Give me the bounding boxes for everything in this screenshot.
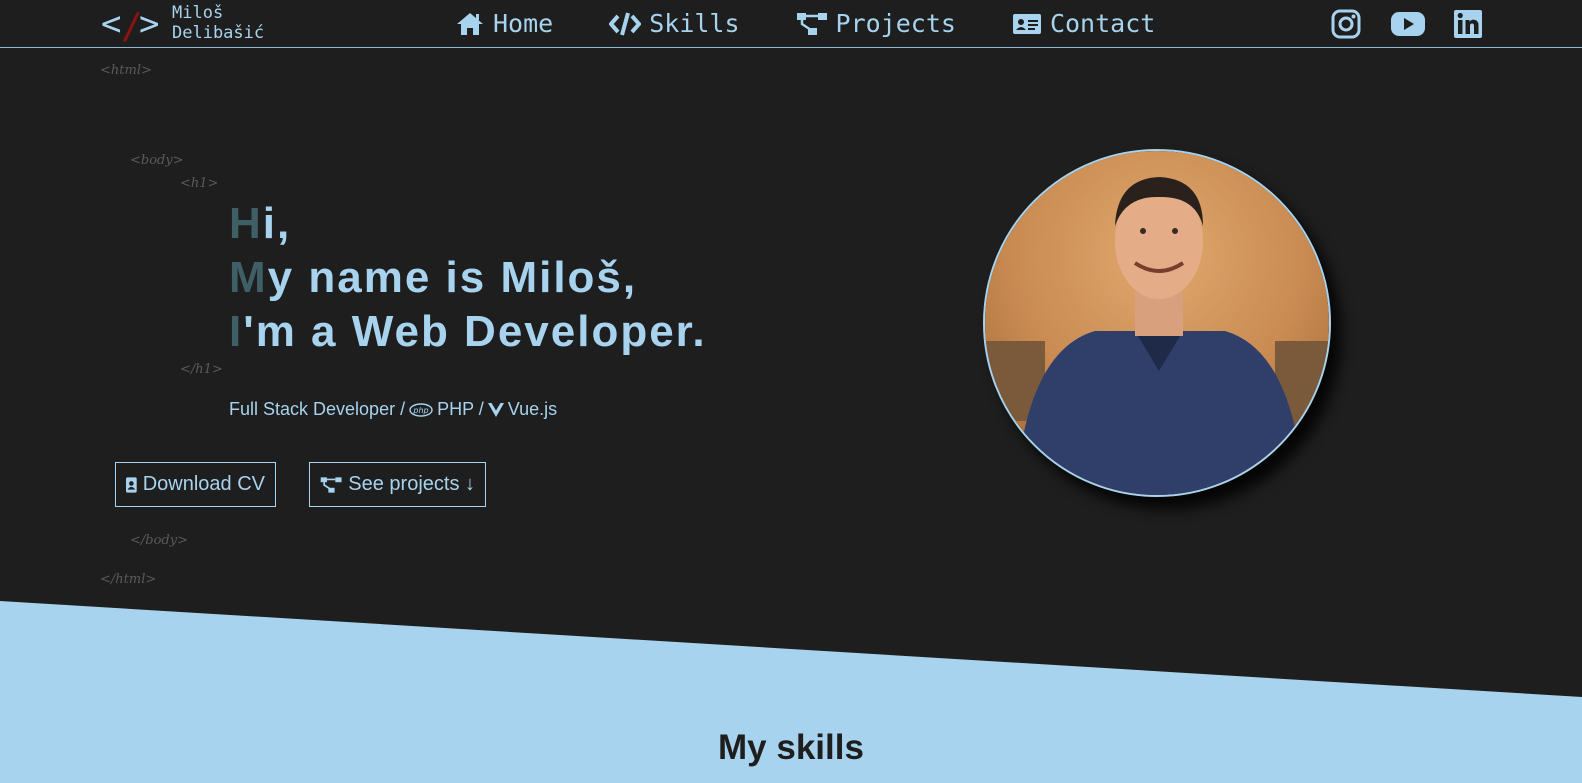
- logo-name-last: Delibašić: [172, 23, 265, 43]
- download-cv-label: Download CV: [142, 473, 265, 495]
- download-cv-button[interactable]: Download CV: [115, 462, 276, 507]
- logo-name: Miloš Delibašić: [172, 3, 264, 43]
- logo-name-first: Miloš: [172, 3, 224, 23]
- subtitle-role: Full Stack Developer /: [229, 399, 406, 419]
- hero-line-2-rest: y name is Miloš,: [267, 253, 638, 302]
- see-projects-label: See projects ↓: [348, 473, 475, 495]
- id-card-icon: [1012, 14, 1041, 34]
- subtitle-php: PHP /: [437, 399, 484, 419]
- nav-home[interactable]: Home: [455, 8, 553, 40]
- nav-skills[interactable]: Skills: [609, 8, 740, 40]
- php-icon: php: [409, 402, 433, 417]
- hero-line-2-first: M: [229, 253, 268, 302]
- linkedin-icon: [1454, 10, 1482, 38]
- main-menu: Home Skills Projects Contact: [455, 8, 1211, 40]
- hero-line-1: Hi,: [229, 197, 707, 251]
- tag-h1-close: </h1>: [180, 362, 223, 377]
- tag-h1-open: <h1>: [180, 176, 219, 191]
- nav-home-label: Home: [493, 9, 554, 38]
- see-projects-button[interactable]: See projects ↓: [309, 462, 486, 507]
- contact-book-icon: [126, 476, 137, 493]
- sitemap-icon: [796, 13, 827, 35]
- php-icon-text: php: [412, 406, 428, 415]
- nav-projects[interactable]: Projects: [796, 8, 956, 40]
- logo-bracket-close: >: [139, 4, 160, 44]
- tag-body-open: <body>: [130, 153, 184, 168]
- social-linkedin[interactable]: [1453, 9, 1483, 39]
- skills-section-background: [0, 601, 1582, 783]
- hero-line-3-first: I: [229, 307, 244, 356]
- logo[interactable]: < / > Miloš Delibašić: [101, 3, 264, 47]
- profile-photo: [983, 149, 1331, 497]
- tag-body-close: </body>: [130, 533, 188, 548]
- hero-line-2: My name is Miloš,: [229, 251, 707, 305]
- nav-projects-label: Projects: [835, 9, 956, 38]
- logo-bracket-open: <: [101, 4, 122, 44]
- nav-skills-label: Skills: [649, 9, 740, 38]
- social-youtube[interactable]: [1390, 9, 1426, 39]
- youtube-icon: [1391, 12, 1425, 36]
- hero-line-1-first: H: [229, 199, 263, 248]
- nav-contact-label: Contact: [1049, 9, 1156, 38]
- hero-line-3: I'm a Web Developer.: [229, 305, 707, 359]
- vue-icon: [487, 402, 504, 417]
- skills-heading: My skills: [718, 728, 864, 767]
- hero-subtitle: Full Stack Developer / php PHP / Vue.js: [229, 399, 557, 420]
- code-icon: [609, 12, 642, 36]
- sitemap-icon: [320, 476, 342, 493]
- navbar: < / > Miloš Delibašić Home Skills Projec…: [0, 0, 1582, 48]
- social-instagram[interactable]: [1331, 9, 1361, 39]
- tag-html-open: <html>: [100, 63, 152, 78]
- nav-contact[interactable]: Contact: [1012, 8, 1155, 40]
- hero-line-1-rest: i,: [262, 199, 292, 248]
- home-icon: [457, 13, 483, 35]
- instagram-icon: [1331, 9, 1361, 39]
- hero-line-3-rest: 'm a Web Developer.: [243, 307, 707, 356]
- hero-heading: Hi, My name is Miloš, I'm a Web Develope…: [229, 197, 707, 359]
- tag-html-close: </html>: [100, 572, 157, 587]
- logo-mark: < / >: [101, 4, 167, 47]
- subtitle-vue: Vue.js: [507, 399, 558, 419]
